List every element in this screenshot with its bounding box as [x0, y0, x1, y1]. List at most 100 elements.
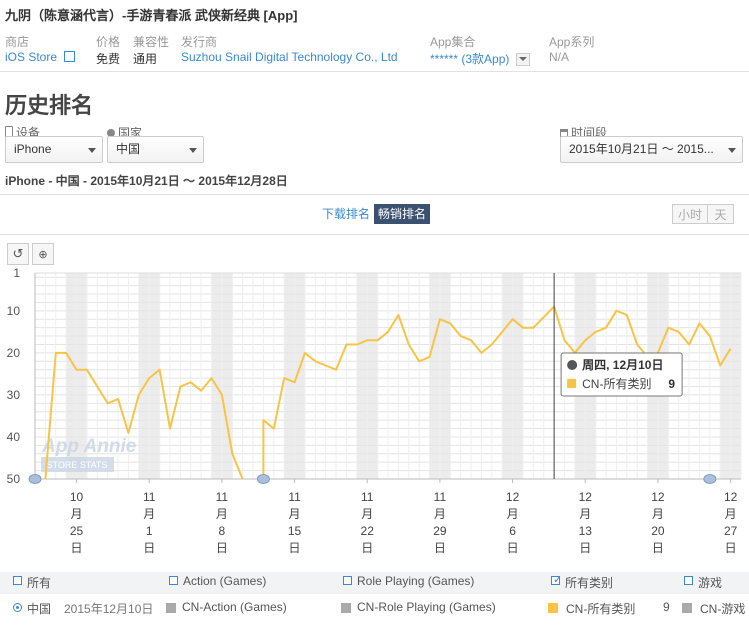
x-tick-label: 11 月 15 日: [288, 490, 302, 555]
globe-icon: [567, 360, 578, 370]
legend-checkbox-action[interactable]: [169, 576, 178, 585]
legend-item-all[interactable]: 所有: [27, 574, 51, 591]
reset-zoom-button[interactable]: ↺: [7, 243, 29, 265]
legend-item-games[interactable]: 游戏: [698, 574, 722, 591]
price-label: 价格: [96, 35, 121, 49]
chevron-down-icon: [189, 148, 197, 153]
check-icon: ✓: [553, 574, 563, 586]
weekend-band: [730, 273, 742, 479]
x-tick-label: 12 月 20 日: [651, 490, 665, 555]
weekend-band: [211, 273, 223, 479]
weekend-band: [439, 273, 451, 479]
legend-item-role-playing[interactable]: Role Playing (Games): [357, 574, 474, 588]
chevron-down-icon: [88, 148, 96, 153]
zoom-in-icon: ⊕: [38, 249, 48, 261]
publisher-link[interactable]: Suzhou Snail Digital Technology Co., Ltd: [181, 50, 398, 64]
series-label: App系列: [549, 35, 595, 49]
chart-subtitle: iPhone - 中国 - 2015年10月21日 ～ 2015年12月28日: [5, 174, 288, 188]
event-marker-icon: [703, 474, 717, 484]
publisher-label: 发行商: [181, 35, 218, 49]
legend-checkbox-all[interactable]: [13, 576, 22, 585]
period-value: 2015年10月21日 ～ 2015...: [569, 142, 714, 156]
weekend-band: [138, 273, 150, 479]
weekend-band: [720, 273, 732, 479]
collection-label: App集合: [430, 35, 476, 49]
chevron-down-icon: [515, 53, 530, 67]
page-title: 历史排名: [5, 93, 94, 118]
y-tick-label: 30: [7, 388, 21, 402]
x-tick-label: 11 月 8 日: [216, 490, 229, 555]
x-tick-label: 11 月 29 日: [433, 490, 447, 555]
country-radio[interactable]: [13, 603, 22, 612]
legend-item-action[interactable]: Action (Games): [183, 574, 266, 588]
compat-value: 通用: [133, 52, 158, 66]
weekend-band: [284, 273, 296, 479]
chevron-down-icon: [728, 148, 736, 153]
y-tick-label: 10: [7, 304, 21, 318]
store-label: 商店: [5, 35, 30, 49]
tooltip-swatch: [567, 379, 577, 388]
legend-checkbox-games[interactable]: [684, 576, 693, 585]
legend-checkbox-role-playing[interactable]: [343, 576, 352, 585]
zoom-button[interactable]: ⊕: [32, 243, 54, 265]
y-tick-label: 20: [7, 346, 21, 360]
weekend-band: [429, 273, 441, 479]
series-swatch-role-playing: [341, 603, 351, 613]
external-link-icon: [64, 51, 76, 62]
series-swatch-games: [682, 603, 692, 613]
series-swatch-action: [166, 603, 176, 613]
y-tick-label: 50: [7, 472, 21, 486]
legend-item-all-categories[interactable]: 所有类别: [565, 574, 613, 591]
event-marker-icon: [256, 474, 270, 484]
device-select[interactable]: iPhone: [5, 136, 103, 163]
series-label-all-categories: CN-所有类别: [566, 602, 636, 616]
tooltip-series: CN-所有类别: [582, 377, 651, 391]
tooltip-value: 9: [668, 377, 675, 391]
x-tick-label: 12 月 13 日: [579, 490, 593, 555]
x-tick-label: 12 月 6 日: [506, 490, 520, 555]
weekend-band: [512, 273, 524, 479]
event-marker-icon: [28, 474, 42, 484]
store-value: iOS Store: [5, 50, 58, 64]
device-value: iPhone: [14, 142, 52, 156]
rank-chart: 1 10 20 30 40 50 10 月 25 日 11 月 1 日 11 月 8 日 11 月 15 日 11 月 22 日…: [7, 266, 742, 555]
hour-button[interactable]: 小时: [672, 204, 708, 224]
period-select[interactable]: 2015年10月21日 ～ 2015...: [560, 136, 743, 163]
y-tick-label: 40: [7, 430, 21, 444]
day-button[interactable]: 天: [708, 204, 734, 224]
watermark-subtext: STORE STATS: [46, 460, 107, 470]
tab-grossing[interactable]: 畅销排名: [374, 204, 431, 224]
series-value-all-categories: 9: [663, 600, 670, 614]
legend-date: 2015年12月10日: [64, 602, 154, 616]
x-tick-label: 11 月 22 日: [361, 490, 375, 555]
tab-downloads[interactable]: 下载排名: [318, 204, 374, 224]
x-tick-label: 10 月 25 日: [70, 490, 84, 555]
weekend-band: [502, 273, 514, 479]
subtitle-divider: [0, 194, 749, 195]
series-label-role-playing: CN-Role Playing (Games): [357, 600, 496, 614]
price-value: 免费: [96, 52, 121, 66]
legend-country: 中国: [27, 602, 52, 616]
app-title: 九阴（陈意涵代言）-手游青春派 武侠新经典 [App]: [5, 8, 298, 23]
country-select[interactable]: 中国: [107, 136, 204, 163]
collection-value: ****** (3款App): [430, 52, 510, 66]
tabs-divider: [0, 234, 749, 235]
weekend-band: [356, 273, 368, 479]
series-label-games: CN-游戏: [700, 602, 746, 616]
legend-checkbox-all-categories[interactable]: ✓: [551, 574, 563, 586]
series-swatch-all-categories: [548, 603, 558, 613]
header-divider: [0, 71, 749, 72]
x-tick-label: 11 月 1 日: [143, 490, 156, 555]
store-link[interactable]: iOS Store: [5, 50, 76, 64]
series-value: N/A: [549, 50, 570, 64]
tooltip-date: 周四, 12月10日: [582, 358, 663, 372]
weekend-band: [367, 273, 379, 479]
country-value: 中国: [116, 142, 141, 156]
y-tick-label: 1: [13, 266, 20, 280]
undo-icon: ↺: [12, 246, 24, 261]
compat-label: 兼容性: [133, 35, 170, 49]
series-label-action: CN-Action (Games): [182, 600, 287, 614]
x-tick-label: 12 月 27 日: [724, 490, 738, 555]
watermark-text: App Annie: [41, 436, 137, 457]
collection-link[interactable]: ****** (3款App): [430, 50, 530, 67]
